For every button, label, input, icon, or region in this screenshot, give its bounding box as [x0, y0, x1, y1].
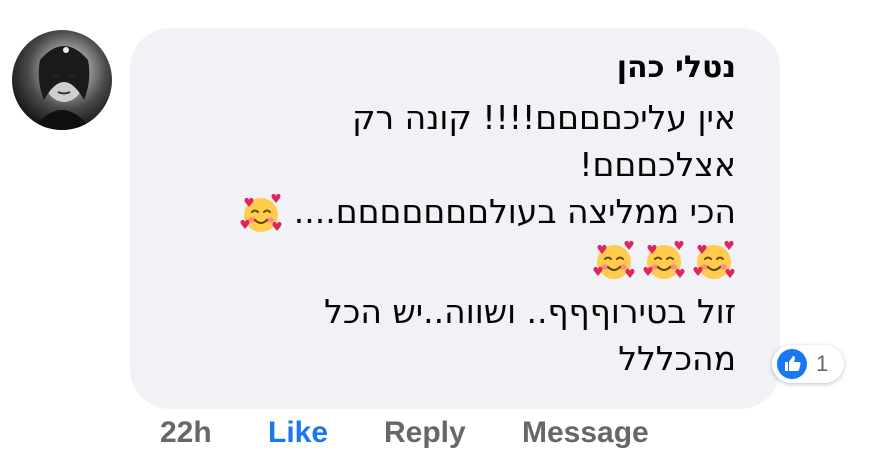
message-button[interactable]: Message — [522, 416, 649, 450]
avatar[interactable] — [12, 30, 112, 130]
comment-line-text: הכי ממליצה בעולםםםםםםם.... — [293, 192, 736, 231]
smiling-face-with-hearts-icon — [642, 239, 686, 283]
comment-bubble: נטלי כהן אין עליכםםםם!!!! קונה רק אצלכםם… — [130, 28, 780, 409]
smiling-face-with-hearts-icon — [239, 192, 283, 236]
comment-line: מהכללל — [618, 338, 736, 378]
comment-line: אצלכםםם! — [579, 145, 736, 184]
reply-button[interactable]: Reply — [384, 416, 466, 450]
emoji-row — [146, 236, 736, 288]
comment-text: אין עליכםםםם!!!! קונה רק אצלכםםם! הכי ממ… — [146, 94, 736, 382]
comment-line: זול בטירוףףף.. ושווה..יש הכל — [324, 291, 736, 331]
comment-author-name[interactable]: נטלי כהן — [617, 48, 736, 88]
comment-line: אין עליכםםםם!!!! קונה רק — [352, 98, 736, 137]
smiling-face-with-hearts-icon — [592, 239, 636, 283]
like-button[interactable]: Like — [268, 416, 328, 450]
like-reaction-icon — [777, 349, 807, 379]
profile-photo — [32, 46, 92, 130]
comment-line: הכי ממליצה בעולםםםםםםם.... — [146, 188, 736, 236]
reaction-count: 1 — [816, 351, 829, 376]
smiling-face-with-hearts-icon — [692, 239, 736, 283]
comment-timestamp[interactable]: 22h — [160, 416, 212, 450]
reaction-summary[interactable]: 1 — [772, 345, 844, 383]
